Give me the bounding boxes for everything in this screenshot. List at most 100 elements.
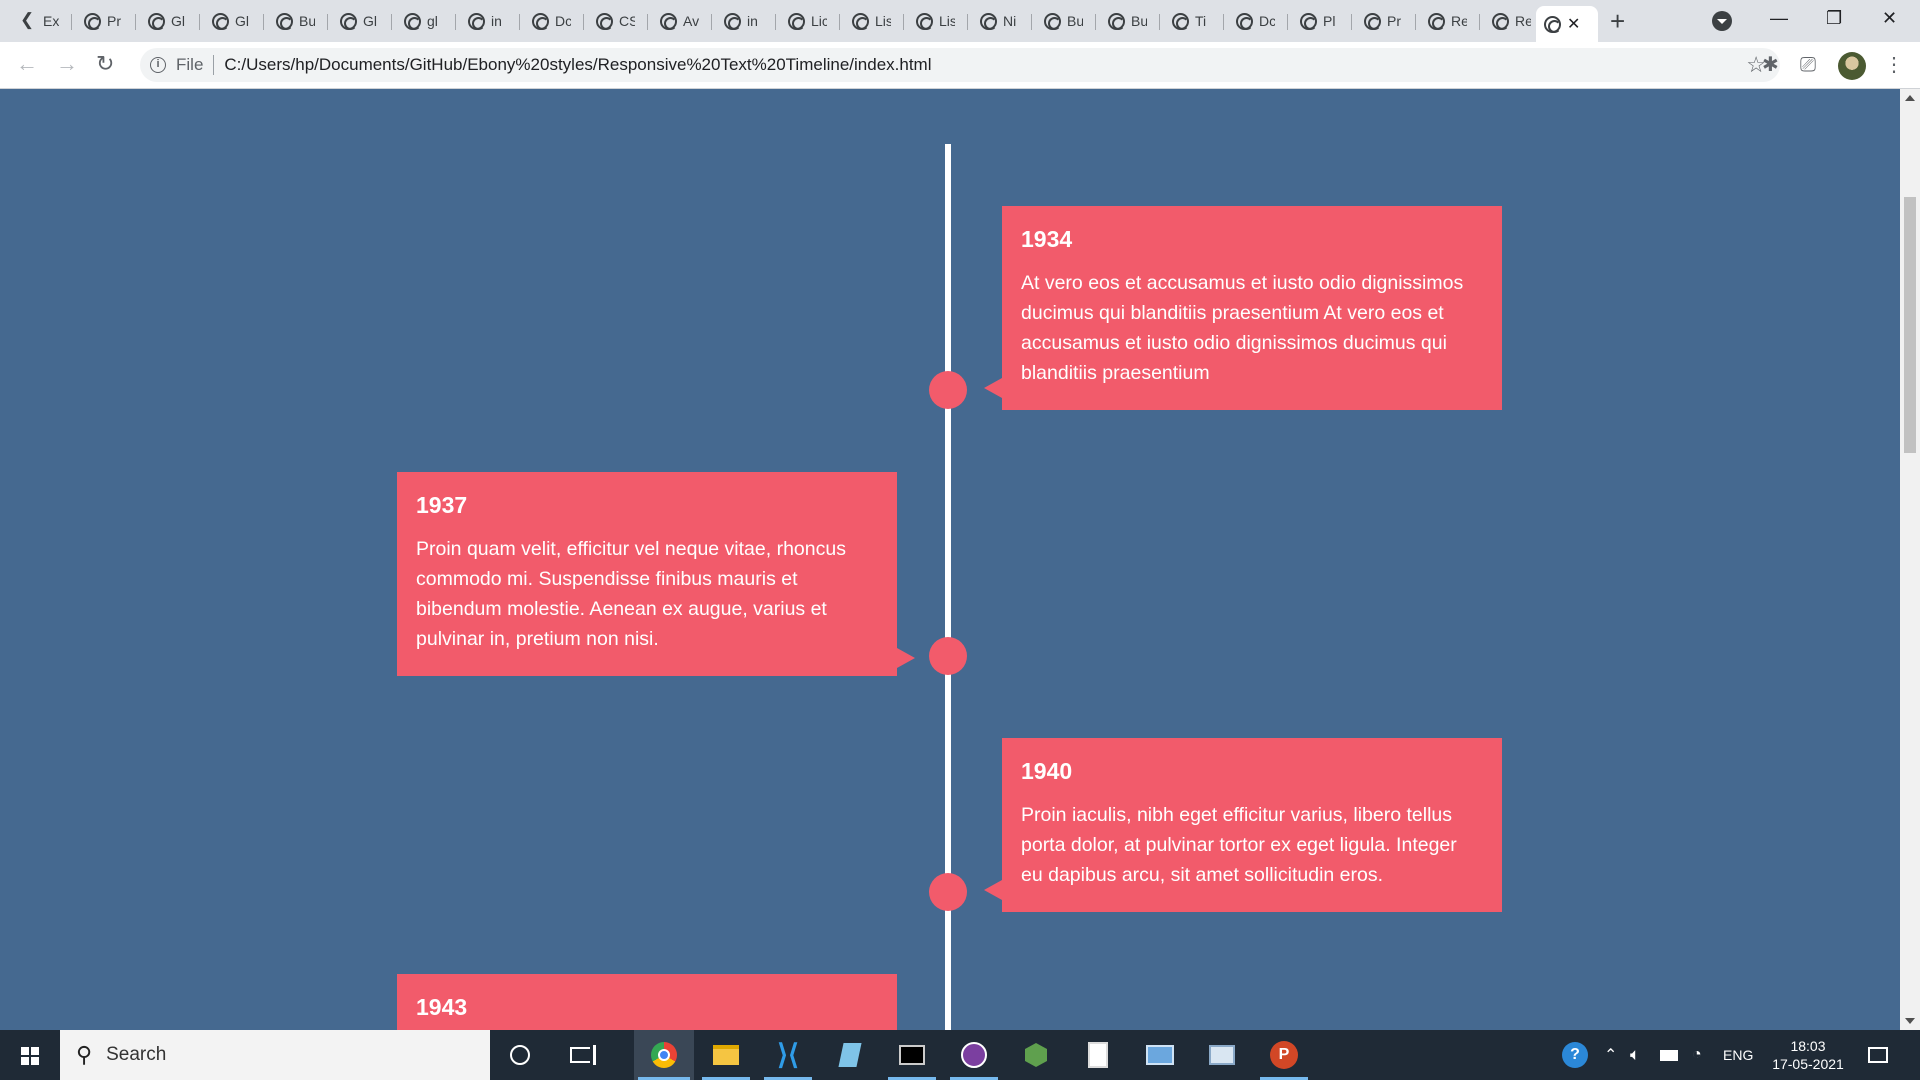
browser-tab[interactable]: Gl — [140, 6, 200, 36]
taskbar-clock[interactable]: 18:03 17-05-2021 — [1770, 1037, 1846, 1073]
globe-icon — [1172, 12, 1189, 30]
timeline-year: 1937 — [416, 492, 468, 518]
github-desktop-icon[interactable] — [944, 1030, 1004, 1080]
extensions-icon[interactable]: ✱ — [1762, 54, 1779, 76]
browser-tab[interactable]: Bu — [1036, 6, 1096, 36]
page-viewport: 1934 At vero eos et accusamus et iusto o… — [0, 89, 1900, 1030]
timeline-text: At vero eos et accusamus et iusto odio d… — [1021, 272, 1464, 384]
forward-arrow-icon[interactable]: → — [56, 52, 78, 76]
chevron-up-icon[interactable]: ⌃ — [1604, 1030, 1617, 1080]
browser-tab[interactable]: Dc — [524, 6, 584, 36]
tab-search-icon[interactable] — [1712, 11, 1732, 31]
wifi-icon[interactable]: ◔ — [1692, 1030, 1702, 1080]
cortana-icon[interactable] — [490, 1030, 550, 1080]
browser-tab[interactable]: Pl — [1292, 6, 1352, 36]
powerpoint-icon[interactable]: P — [1254, 1030, 1314, 1080]
globe-icon — [212, 12, 229, 30]
vertical-scrollbar[interactable] — [1900, 89, 1920, 1030]
menu-icon[interactable]: ⋮ — [1884, 54, 1904, 76]
browser-tab[interactable]: Bu — [1100, 6, 1160, 36]
chrome-icon[interactable] — [634, 1030, 694, 1080]
profile-avatar[interactable] — [1838, 52, 1866, 80]
notepad-icon[interactable] — [820, 1030, 880, 1080]
new-tab-button[interactable]: + — [1610, 7, 1625, 35]
cast-icon[interactable]: ⎚ — [1800, 54, 1816, 76]
close-window-icon[interactable]: ✕ — [1882, 6, 1897, 30]
clock-date: 17-05-2021 — [1772, 1056, 1844, 1072]
timeline-card: 1943 — [397, 974, 897, 1030]
taskbar: ⚲ Search ⟩⟨ P ? ⌃ 🔈︎ ◔ ENG 18:03 17-05-2… — [0, 1030, 1920, 1080]
globe-icon — [1300, 12, 1317, 30]
browser-tab[interactable]: Gl — [332, 6, 392, 36]
browser-tab[interactable]: CS — [588, 6, 648, 36]
reload-icon[interactable]: ↻ — [96, 52, 114, 76]
task-view-icon[interactable] — [550, 1030, 610, 1080]
remote-desktop-icon[interactable] — [1130, 1030, 1190, 1080]
timeline-card: 1940 Proin iaculis, nibh eget efficitur … — [984, 738, 1502, 912]
volume-icon[interactable]: 🔈︎ — [1630, 1030, 1640, 1080]
browser-tab[interactable]: Lis — [844, 6, 904, 36]
browser-tab[interactable]: Pr — [76, 6, 136, 36]
globe-icon — [1492, 12, 1509, 30]
taskbar-search[interactable]: ⚲ Search — [60, 1030, 490, 1080]
timeline-year: 1934 — [1021, 226, 1073, 252]
browser-tab-strip: Ex Pr Gl Gl Bu Gl gl in Dc CS Av in Lic … — [0, 0, 1920, 42]
browser-tab[interactable]: Ni — [972, 6, 1032, 36]
scroll-down-arrow-icon[interactable] — [1905, 1018, 1915, 1024]
close-tab-icon[interactable]: ✕ — [1567, 14, 1580, 34]
browser-tab[interactable]: Bu — [268, 6, 328, 36]
restore-icon[interactable]: ❐ — [1826, 6, 1842, 30]
globe-icon — [724, 12, 741, 30]
timeline-text: Proin quam velit, efficitur vel neque vi… — [416, 538, 846, 650]
globe-icon — [660, 12, 677, 30]
calculator-icon[interactable] — [1068, 1030, 1128, 1080]
info-icon[interactable]: i — [150, 57, 166, 73]
browser-tab[interactable]: Av — [652, 6, 712, 36]
globe-icon — [1428, 12, 1445, 30]
globe-icon — [532, 12, 549, 30]
address-bar[interactable]: i File C:/Users/hp/Documents/GitHub/Ebon… — [140, 48, 1780, 82]
file-explorer-icon[interactable] — [696, 1030, 756, 1080]
browser-tab[interactable]: Pr — [1356, 6, 1416, 36]
browser-tab[interactable]: Ex — [12, 6, 72, 36]
browser-tab[interactable]: in — [716, 6, 776, 36]
browser-tab[interactable]: in — [460, 6, 520, 36]
timeline-dot — [929, 371, 967, 409]
browser-tab[interactable]: Dc — [1228, 6, 1288, 36]
taskbar-search-text: Search — [106, 1044, 167, 1065]
clock-time: 18:03 — [1790, 1038, 1826, 1054]
browser-tab[interactable]: Lic — [780, 6, 840, 36]
language-indicator[interactable]: ENG — [1723, 1030, 1753, 1080]
back-arrow-icon[interactable]: ← — [16, 52, 38, 76]
timeline-dot — [929, 637, 967, 675]
globe-icon — [1108, 12, 1125, 30]
globe-icon — [596, 12, 613, 30]
browser-tab[interactable]: Gl — [204, 6, 264, 36]
scroll-up-arrow-icon[interactable] — [1905, 95, 1915, 101]
timeline-dot — [929, 873, 967, 911]
address-url[interactable]: C:/Users/hp/Documents/GitHub/Ebony%20sty… — [224, 55, 931, 75]
browser-tab[interactable]: Re — [1484, 6, 1544, 36]
browser-tab[interactable]: gl — [396, 6, 456, 36]
battery-icon[interactable] — [1660, 1030, 1678, 1080]
browser-tab[interactable]: Lis — [908, 6, 968, 36]
nodejs-icon[interactable] — [1006, 1030, 1066, 1080]
browser-toolbar: ← → ↻ i File C:/Users/hp/Documents/GitHu… — [0, 42, 1920, 89]
terminal-icon[interactable] — [882, 1030, 942, 1080]
windows-logo-icon — [21, 1047, 39, 1065]
browser-tab[interactable]: Ti — [1164, 6, 1224, 36]
address-scheme: File — [176, 55, 204, 74]
minimize-icon[interactable]: — — [1770, 6, 1788, 30]
help-icon[interactable]: ? — [1562, 1030, 1588, 1080]
browser-tab[interactable]: Re — [1420, 6, 1480, 36]
vscode-icon[interactable]: ⟩⟨ — [758, 1030, 818, 1080]
scrollbar-thumb[interactable] — [1904, 197, 1916, 453]
start-button[interactable] — [0, 1030, 60, 1080]
notification-icon[interactable] — [1868, 1030, 1888, 1080]
photos-icon[interactable] — [1192, 1030, 1252, 1080]
globe-icon — [148, 12, 165, 30]
globe-icon — [340, 12, 357, 30]
timeline-year: 1940 — [1021, 758, 1073, 784]
browser-tab-active[interactable]: ✕ — [1536, 6, 1598, 42]
address-divider — [213, 55, 215, 75]
